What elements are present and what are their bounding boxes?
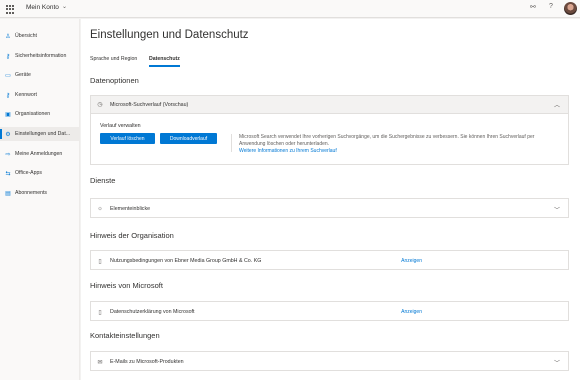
sidebar-item-password[interactable]: ⚷ Kennwort [0,88,80,102]
help-icon[interactable]: ? [549,3,553,10]
avatar[interactable] [564,2,577,15]
clear-history-button[interactable]: Verlauf löschen [100,133,155,144]
app-title[interactable]: Mein Konto [26,4,59,11]
divider [231,134,232,152]
top-bar: Mein Konto ⌄ ⚯ ? [0,0,580,18]
card-title: Datenschutzerklärung von Microsoft [110,309,195,315]
ms-product-emails-card[interactable]: ✉ E-Mails zu Microsoft-Produkten ﹀ [90,351,569,371]
sidebar-item-label: Kennwort [15,92,37,98]
sidebar-item-label: Abonnements [15,190,48,196]
main-content: Einstellungen und Datenschutz Sprache un… [81,19,580,380]
item-insights-header[interactable]: ☼ Elementeinblicke ﹀ [91,199,568,219]
chevron-down-icon[interactable]: ﹀ [550,358,564,367]
card-title: Nutzungsbedingungen von Ebner Media Grou… [110,258,262,264]
org-terms-card: ▯ Nutzungsbedingungen von Ebner Media Gr… [90,250,569,270]
download-history-button[interactable]: Downloadverlauf [160,133,217,144]
sidebar-item-label: Meine Anmeldungen [15,151,63,157]
tab-privacy[interactable]: Datenschutz [149,56,180,67]
mail-icon: ✉ [97,359,103,366]
lock-icon: ⚙ [5,131,11,138]
sidebar-item-security-info[interactable]: ⚷ Sicherheitsinformation [0,49,80,63]
key-person-icon: ⚷ [5,53,11,60]
search-history-description: Microsoft Search verwendet Ihre vorherig… [239,134,535,147]
tab-language-region[interactable]: Sprache und Region [90,56,137,62]
history-icon: ◷ [97,102,103,108]
item-insights-card[interactable]: ☼ Elementeinblicke ﹀ [90,198,569,218]
org-terms-view-link[interactable]: Anzeigen [401,258,422,264]
key-icon: ⚷ [5,92,11,99]
app-launcher-icon[interactable] [6,5,15,14]
sidebar-item-label: Office-Apps [15,170,43,176]
card-title: E-Mails zu Microsoft-Produkten [110,359,184,365]
search-history-header[interactable]: ◷ Microsoft-Suchverlauf (Vorschau) ︿ [91,96,568,114]
signin-icon: ⇨ [5,151,11,158]
section-heading-contact: Kontakteinstellungen [90,331,160,340]
ms-privacy-card: ▯ Datenschutzerklärung von Microsoft Anz… [90,301,569,321]
section-heading-services: Dienste [90,176,116,185]
section-heading-org-notice: Hinweis der Organisation [90,231,174,240]
card-icon: ▤ [5,190,11,197]
office-icon: ⇆ [5,170,11,177]
ms-product-emails-header[interactable]: ✉ E-Mails zu Microsoft-Produkten ﹀ [91,352,568,372]
section-heading-ms-notice: Hinweis von Microsoft [90,281,163,290]
sidebar-item-my-signins[interactable]: ⇨ Meine Anmeldungen [0,147,80,161]
chevron-down-icon[interactable]: ﹀ [550,205,564,214]
chevron-up-icon[interactable]: ︿ [550,100,564,109]
section-heading-data-options: Datenoptionen [90,76,139,85]
lightbulb-icon: ☼ [97,206,103,212]
ms-privacy-header: ▯ Datenschutzerklärung von Microsoft Anz… [91,302,568,322]
document-icon: ▯ [98,309,102,316]
sidebar-item-office-apps[interactable]: ⇆ Office-Apps [0,166,80,180]
card-title: Elementeinblicke [110,206,151,212]
org-terms-header: ▯ Nutzungsbedingungen von Ebner Media Gr… [91,251,568,271]
document-icon: ▯ [98,258,102,265]
sidebar-item-overview[interactable]: ♙ Übersicht [0,29,80,43]
briefcase-icon: ▣ [5,111,11,118]
org-chart-icon[interactable]: ⚯ [530,3,536,11]
manage-history-label: Verlauf verwalten [100,123,141,129]
sidebar-item-subscriptions[interactable]: ▤ Abonnements [0,186,80,200]
sidebar-item-label: Einstellungen und Dat... [15,131,71,137]
card-title: Microsoft-Suchverlauf (Vorschau) [110,101,189,108]
search-history-learn-more-link[interactable]: Weitere Informationen zu Ihrem Suchverla… [239,148,337,154]
search-history-card: ◷ Microsoft-Suchverlauf (Vorschau) ︿ Ver… [90,95,569,165]
person-icon: ♙ [5,33,11,40]
sidebar-item-devices[interactable]: ▭ Geräte [0,68,80,82]
sidebar-item-label: Sicherheitsinformation [15,53,67,59]
sidebar: ♙ Übersicht ⚷ Sicherheitsinformation ▭ G… [0,19,80,380]
sidebar-item-settings-privacy[interactable]: ⚙ Einstellungen und Dat... [0,127,80,141]
chevron-down-icon[interactable]: ⌄ [62,3,67,10]
ms-privacy-view-link[interactable]: Anzeigen [401,309,422,315]
sidebar-item-label: Geräte [15,72,31,78]
sidebar-item-organizations[interactable]: ▣ Organisationen [0,107,80,121]
sidebar-item-label: Übersicht [15,33,37,39]
page-title: Einstellungen und Datenschutz [90,29,249,41]
sidebar-item-label: Organisationen [15,111,51,117]
laptop-icon: ▭ [5,72,11,79]
